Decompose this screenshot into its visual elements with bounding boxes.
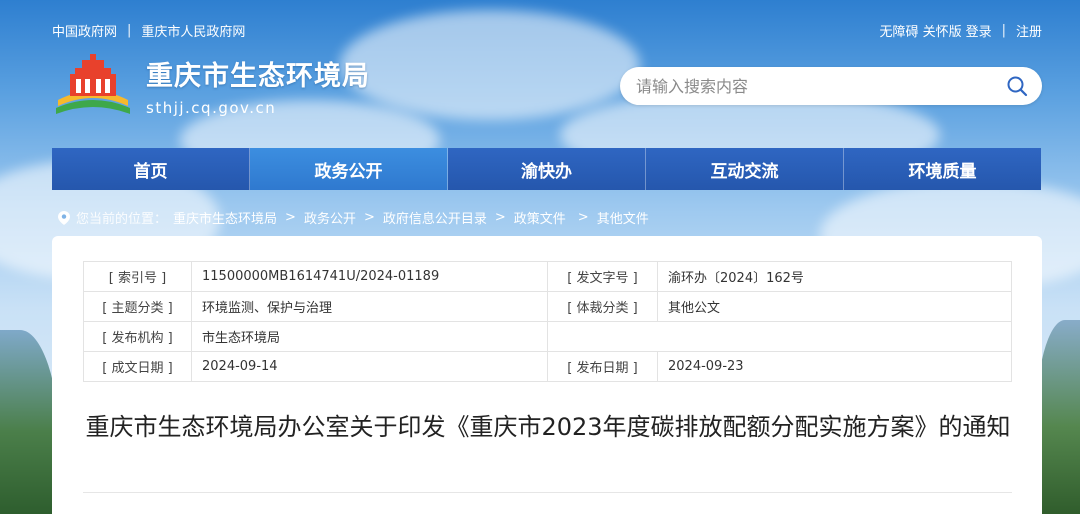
nav-env-quality[interactable]: 环境质量	[844, 148, 1041, 190]
search-icon[interactable]	[1006, 75, 1028, 97]
top-utility-bar: 中国政府网 | 重庆市人民政府网 无障碍 关怀版 登录 | 注册	[52, 20, 1042, 40]
meta-empty	[547, 321, 1012, 352]
site-domain: sthjj.cq.gov.cn	[146, 98, 277, 117]
breadcrumb-separator: >	[577, 210, 589, 225]
meta-label: [ 发布机构 ]	[83, 321, 192, 352]
breadcrumb-prefix: 您当前的位置：	[76, 212, 168, 227]
meta-label: [ 主题分类 ]	[83, 291, 192, 322]
breadcrumb-item-policy[interactable]: 政策文件	[514, 208, 566, 227]
search-input[interactable]	[636, 76, 1006, 96]
meta-label: [ 索引号 ]	[83, 261, 192, 292]
nav-interaction[interactable]: 互动交流	[646, 148, 844, 190]
link-accessibility[interactable]: 无障碍	[880, 21, 919, 40]
meta-label: [ 发布日期 ]	[547, 351, 658, 382]
nav-home[interactable]: 首页	[52, 148, 250, 190]
link-gov-cn[interactable]: 中国政府网	[52, 21, 117, 40]
content-panel: [ 索引号 ] 11500000MB1614741U/2024-01189 [ …	[52, 236, 1042, 514]
breadcrumb: 您当前的位置： 重庆市生态环境局 > 政务公开 > 政府信息公开目录 > 政策文…	[58, 208, 649, 227]
breadcrumb-separator: >	[363, 210, 375, 225]
nav-yukuaiban[interactable]: 渝快办	[448, 148, 646, 190]
meta-value: 2024-09-14	[191, 351, 548, 382]
meta-label: [ 体裁分类 ]	[547, 291, 658, 322]
search-box	[620, 67, 1042, 105]
separator: |	[127, 22, 132, 38]
site-name: 重庆市生态环境局	[146, 60, 370, 92]
breadcrumb-separator: >	[494, 210, 506, 225]
breadcrumb-item-other[interactable]: 其他文件	[597, 208, 649, 227]
link-login[interactable]: 登录	[966, 21, 992, 40]
table-row: [ 索引号 ] 11500000MB1614741U/2024-01189 [ …	[83, 261, 1012, 292]
link-care-mode[interactable]: 关怀版	[923, 21, 962, 40]
meta-value: 其他公文	[657, 291, 1012, 322]
breadcrumb-item-home[interactable]: 重庆市生态环境局	[173, 208, 277, 227]
separator: |	[1001, 22, 1006, 38]
meta-label: [ 发文字号 ]	[547, 261, 658, 292]
emblem-icon	[56, 54, 130, 114]
table-row: [ 发布机构 ] 市生态环境局	[83, 321, 1012, 352]
meta-value: 环境监测、保护与治理	[191, 291, 548, 322]
main-nav: 首页 政务公开 渝快办 互动交流 环境质量	[52, 148, 1041, 190]
meta-label: [ 成文日期 ]	[83, 351, 192, 382]
document-meta-table: [ 索引号 ] 11500000MB1614741U/2024-01189 [ …	[83, 261, 1012, 382]
table-row: [ 成文日期 ] 2024-09-14 [ 发布日期 ] 2024-09-23	[83, 351, 1012, 382]
link-register[interactable]: 注册	[1016, 21, 1042, 40]
meta-value: 11500000MB1614741U/2024-01189	[191, 261, 548, 292]
meta-value: 渝环办〔2024〕162号	[657, 261, 1012, 292]
divider	[83, 492, 1012, 493]
table-row: [ 主题分类 ] 环境监测、保护与治理 [ 体裁分类 ] 其他公文	[83, 291, 1012, 322]
nav-gov-affairs[interactable]: 政务公开	[250, 148, 448, 190]
meta-value: 2024-09-23	[657, 351, 1012, 382]
breadcrumb-item-gov-affairs[interactable]: 政务公开	[304, 208, 356, 227]
location-pin-icon	[58, 210, 70, 225]
document-title: 重庆市生态环境局办公室关于印发《重庆市2023年度碳排放配额分配实施方案》的通知	[85, 413, 1011, 441]
site-logo[interactable]: 重庆市生态环境局 sthjj.cq.gov.cn	[52, 52, 370, 118]
link-cq-gov[interactable]: 重庆市人民政府网	[141, 21, 245, 40]
breadcrumb-item-catalog[interactable]: 政府信息公开目录	[383, 208, 487, 227]
breadcrumb-separator: >	[285, 210, 296, 225]
meta-value: 市生态环境局	[191, 321, 548, 352]
